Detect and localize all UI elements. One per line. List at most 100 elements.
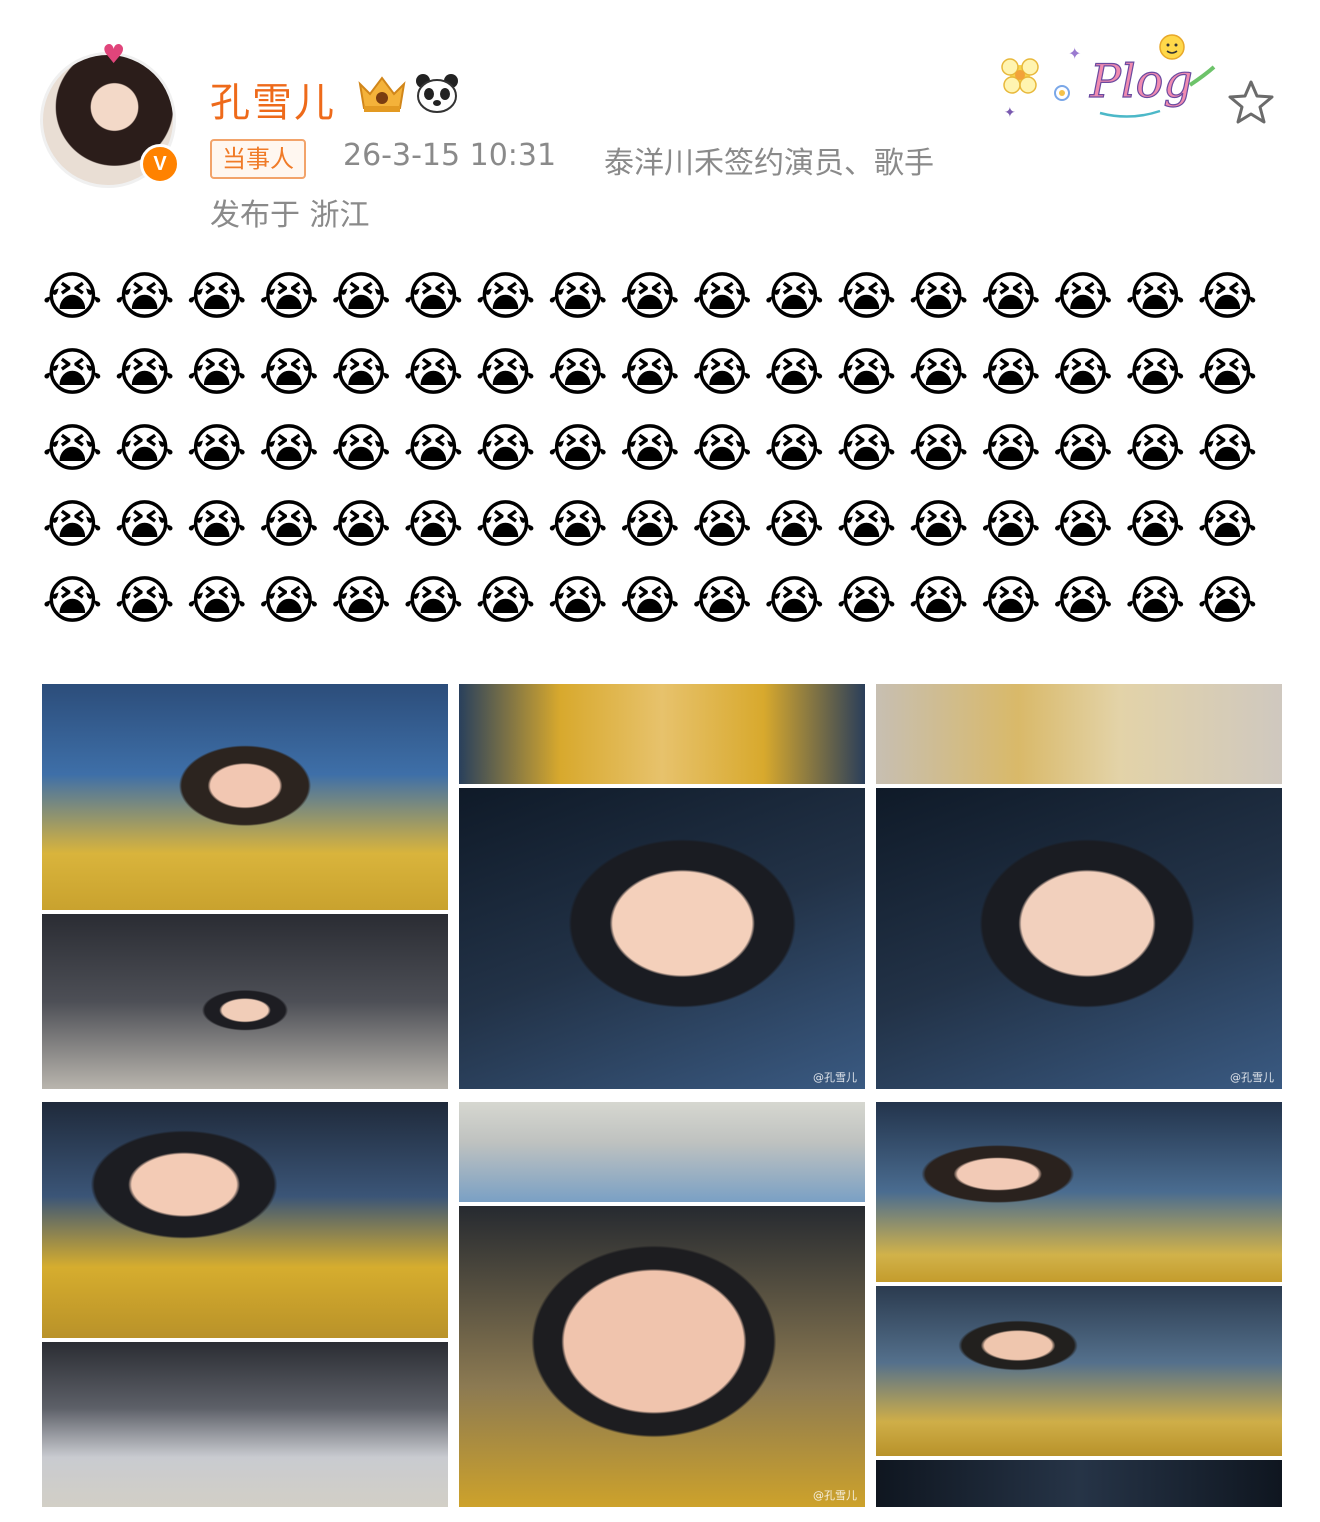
heart-decoration-icon: ♥ xyxy=(102,40,126,70)
crying-emoji-icon: 😭 xyxy=(619,571,681,631)
crying-emoji-icon: 😭 xyxy=(114,495,175,555)
photo-watermark: @孔雪儿 xyxy=(813,1489,857,1502)
crying-emoji-icon: 😭 xyxy=(763,343,825,403)
flower-icon xyxy=(1001,58,1070,101)
crying-emoji-icon: 😭 xyxy=(42,343,103,403)
crying-emoji-icon: 😭 xyxy=(42,267,103,327)
crying-emoji-icon: 😭 xyxy=(836,343,897,403)
crying-emoji-icon: 😭 xyxy=(330,419,392,479)
crying-emoji-icon: 😭 xyxy=(619,267,681,327)
crying-emoji-icon: 😭 xyxy=(763,419,825,479)
crying-emoji-icon: 😭 xyxy=(1124,267,1186,327)
crying-emoji-icon: 😭 xyxy=(258,343,320,403)
crying-emoji-icon: 😭 xyxy=(114,419,175,479)
crying-emoji-icon: 😭 xyxy=(1197,571,1258,631)
crying-emoji-icon: 😭 xyxy=(42,571,103,631)
crying-emoji-icon: 😭 xyxy=(547,267,609,327)
crying-emoji-icon: 😭 xyxy=(980,419,1042,479)
crying-emoji-icon: 😭 xyxy=(1197,267,1258,327)
post-time: 26-3-15 10:31 xyxy=(343,138,557,173)
crying-emoji-icon: 😭 xyxy=(42,495,103,555)
panda-icon xyxy=(416,74,458,113)
crying-emoji-icon: 😭 xyxy=(1052,267,1114,327)
photo-watermark: @孔雪儿 xyxy=(813,1071,857,1084)
crying-emoji-icon: 😭 xyxy=(1124,571,1186,631)
crying-emoji-icon: 😭 xyxy=(1052,419,1114,479)
photo-thumbnail-6[interactable] xyxy=(876,1102,1282,1507)
crying-emoji-icon: 😭 xyxy=(186,571,248,631)
emoji-content: 😭 😭 😭 😭 😭 😭 😭 😭 😭 😭 😭 😭 😭 😭 😭 😭 😭 😭 😭 😭 😭 😭 😭 😭 😭 😭 😭 😭 😭 😭 😭 😭 😭 😭 😭 😭 😭 😭 😭 😭… xyxy=(42,268,1292,630)
crown-icon[interactable] xyxy=(354,70,410,116)
author-description: 泰洋川禾签约演员、歌手 xyxy=(604,146,934,181)
crying-emoji-icon: 😭 xyxy=(402,495,464,555)
crying-emoji-icon: 😭 xyxy=(1124,419,1186,479)
photo-thumbnail-2[interactable]: @孔雪儿 xyxy=(459,684,865,1089)
photo-thumbnail-4[interactable] xyxy=(42,1102,448,1507)
crying-emoji-icon: 😭 xyxy=(908,495,970,555)
crying-emoji-icon: 😭 xyxy=(186,267,248,327)
crying-emoji-icon: 😭 xyxy=(980,343,1042,403)
crying-emoji-icon: 😭 xyxy=(619,343,681,403)
crying-emoji-icon: 😭 xyxy=(908,343,970,403)
crying-emoji-icon: 😭 xyxy=(114,267,175,327)
crying-emoji-icon: 😭 xyxy=(980,571,1042,631)
crying-emoji-icon: 😭 xyxy=(763,495,825,555)
svg-text:✦: ✦ xyxy=(1004,105,1016,121)
post-header: ♥ V 孔雪儿 当事人 26-3-15 10:31 泰洋川禾签约演员、歌手 发布… xyxy=(0,0,1320,250)
verified-icon: V xyxy=(140,144,180,184)
avatar-container[interactable]: ♥ V xyxy=(40,40,180,192)
crying-emoji-icon: 😭 xyxy=(908,419,970,479)
author-name[interactable]: 孔雪儿 xyxy=(210,70,336,128)
crying-emoji-icon: 😭 xyxy=(763,571,825,631)
photo-thumbnail-5[interactable]: @孔雪儿 xyxy=(459,1102,865,1507)
crying-emoji-icon: 😭 xyxy=(258,419,320,479)
crying-emoji-icon: 😭 xyxy=(114,571,175,631)
crying-emoji-icon: 😭 xyxy=(114,343,175,403)
crying-emoji-icon: 😭 xyxy=(330,267,392,327)
plog-sticker: Plog ✦ ✦ xyxy=(1001,34,1216,121)
crying-emoji-icon: 😭 xyxy=(330,343,392,403)
crying-emoji-icon: 😭 xyxy=(258,267,320,327)
crying-emoji-icon: 😭 xyxy=(402,267,464,327)
crying-emoji-icon: 😭 xyxy=(258,571,320,631)
crying-emoji-icon: 😭 xyxy=(1052,343,1114,403)
crying-emoji-icon: 😭 xyxy=(330,495,392,555)
crying-emoji-icon: 😭 xyxy=(691,495,753,555)
crying-emoji-icon: 😭 xyxy=(763,267,825,327)
crying-emoji-icon: 😭 xyxy=(547,343,609,403)
crying-emoji-icon: 😭 xyxy=(547,495,609,555)
crying-emoji-icon: 😭 xyxy=(1197,343,1258,403)
favorite-star-icon[interactable] xyxy=(1226,78,1276,128)
photo-watermark: @孔雪儿 xyxy=(1230,1071,1274,1084)
crying-emoji-icon: 😭 xyxy=(908,267,970,327)
crying-emoji-icon: 😭 xyxy=(836,267,897,327)
crying-emoji-icon: 😭 xyxy=(1197,495,1258,555)
crying-emoji-icon: 😭 xyxy=(619,495,681,555)
crying-emoji-icon: 😭 xyxy=(836,571,897,631)
crying-emoji-icon: 😭 xyxy=(908,571,970,631)
crying-emoji-icon: 😭 xyxy=(475,419,536,479)
crying-emoji-icon: 😭 xyxy=(619,419,681,479)
crying-emoji-icon: 😭 xyxy=(402,343,464,403)
crying-emoji-icon: 😭 xyxy=(691,343,753,403)
svg-text:✦: ✦ xyxy=(1068,44,1081,63)
crying-emoji-icon: 😭 xyxy=(547,571,609,631)
crying-emoji-icon: 😭 xyxy=(1124,343,1186,403)
crying-emoji-icon: 😭 xyxy=(980,267,1042,327)
post-location: 发布于 浙江 xyxy=(210,198,370,233)
crying-emoji-icon: 😭 xyxy=(691,571,753,631)
crying-emoji-icon: 😭 xyxy=(547,419,609,479)
crying-emoji-icon: 😭 xyxy=(475,343,536,403)
crying-emoji-icon: 😭 xyxy=(1052,495,1114,555)
photo-thumbnail-1[interactable] xyxy=(42,684,448,1089)
photo-thumbnail-3[interactable]: @孔雪儿 xyxy=(876,684,1282,1089)
crying-emoji-icon: 😭 xyxy=(402,571,464,631)
crying-emoji-icon: 😭 xyxy=(402,419,464,479)
crying-emoji-icon: 😭 xyxy=(980,495,1042,555)
crying-emoji-icon: 😭 xyxy=(1124,495,1186,555)
crying-emoji-icon: 😭 xyxy=(186,419,248,479)
crying-emoji-icon: 😭 xyxy=(330,571,392,631)
crying-emoji-icon: 😭 xyxy=(691,419,753,479)
crying-emoji-icon: 😭 xyxy=(475,571,536,631)
crying-emoji-icon: 😭 xyxy=(691,267,753,327)
